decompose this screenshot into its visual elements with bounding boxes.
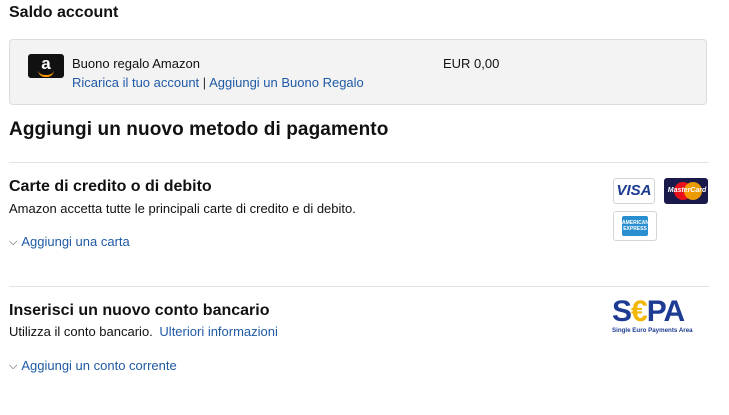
sepa-wordmark: S€PA	[612, 297, 710, 327]
sepa-s: S	[612, 295, 632, 328]
bank-heading: Inserisci un nuovo conto bancario	[9, 302, 270, 319]
cards-heading: Carte di credito o di debito	[9, 178, 212, 195]
more-info-link[interactable]: Ulteriori informazioni	[159, 324, 277, 339]
chevron-down-icon: ⌵	[9, 236, 18, 248]
mastercard-label: MasterCard	[667, 187, 707, 194]
add-bank-account-link[interactable]: Aggiungi un conto corrente	[21, 358, 176, 373]
divider	[9, 286, 709, 287]
visa-label: VISA	[616, 182, 652, 199]
cards-description: Amazon accetta tutte le principali carte…	[9, 201, 356, 216]
gift-card-label: Buono regalo Amazon	[72, 56, 200, 71]
add-card-link[interactable]: Aggiungi una carta	[21, 234, 129, 249]
balance-heading: Saldo account	[9, 4, 119, 21]
amex-label: AMERICAN EXPRESS	[622, 216, 649, 236]
mastercard-icon: MasterCard	[664, 178, 708, 204]
balance-amount: EUR 0,00	[443, 56, 500, 71]
add-gift-card-link[interactable]: Aggiungi un Buono Regalo	[209, 75, 364, 90]
visa-icon: VISA	[613, 178, 655, 204]
bank-description: Utilizza il conto bancario.	[9, 324, 153, 339]
reload-account-link[interactable]: Ricarica il tuo account	[72, 75, 199, 90]
bank-description-line: Utilizza il conto bancario. Ulteriori in…	[9, 324, 278, 339]
amazon-smile-icon	[38, 70, 54, 77]
add-card-toggle[interactable]: ⌵ Aggiungi una carta	[9, 233, 130, 251]
sepa-tagline: Single Euro Payments Area	[612, 327, 693, 334]
add-bank-account-toggle[interactable]: ⌵ Aggiungi un conto corrente	[9, 357, 177, 375]
sepa-logo-icon: S€PA Single Euro Payments Area	[612, 297, 710, 337]
amazon-logo-icon: a	[28, 54, 64, 78]
divider	[9, 162, 709, 163]
sepa-pa: PA	[646, 295, 685, 328]
balance-links: Ricarica il tuo account | Aggiungi un Bu…	[72, 75, 364, 90]
chevron-down-icon: ⌵	[9, 360, 18, 372]
sepa-euro: €	[631, 295, 648, 328]
add-payment-method-heading: Aggiungi un nuovo metodo di pagamento	[9, 119, 389, 140]
balance-box	[9, 39, 707, 105]
link-separator: |	[202, 75, 207, 90]
amex-icon: AMERICAN EXPRESS	[613, 211, 657, 241]
